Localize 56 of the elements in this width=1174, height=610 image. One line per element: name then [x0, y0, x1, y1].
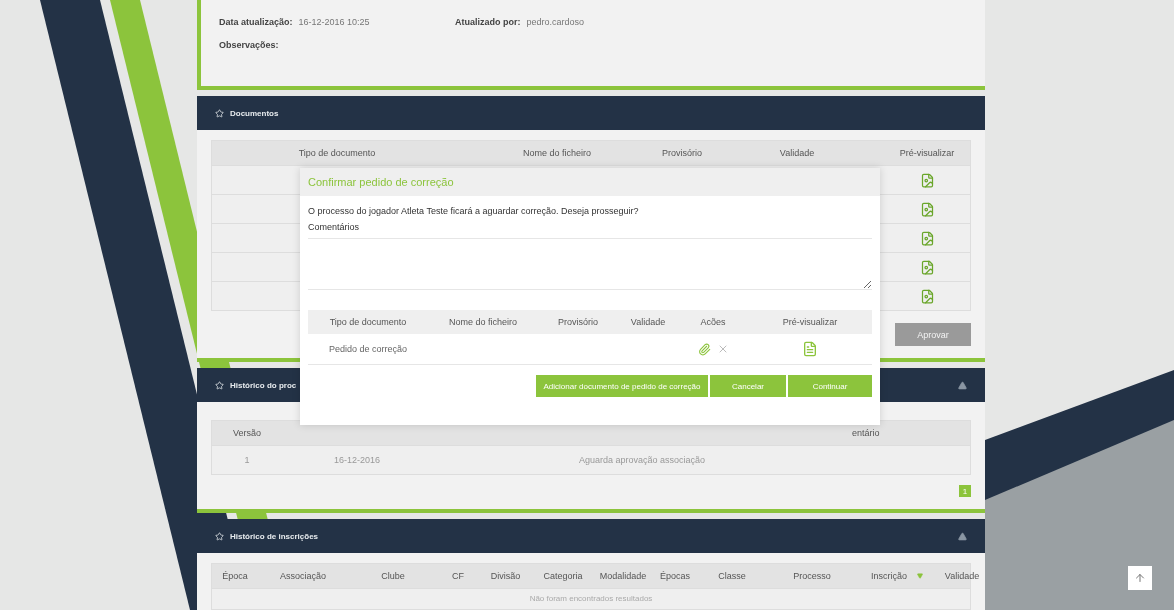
column-header[interactable]: Clube [348, 571, 438, 581]
field-value: pedro.cardoso [526, 16, 585, 27]
column-header: Nome do ficheiro [521, 148, 592, 158]
column-header[interactable]: Épocas [653, 571, 697, 581]
section-title: Histórico de inscrições [230, 531, 319, 541]
column-header: Acões [699, 317, 727, 327]
column-header[interactable]: Inscrição [857, 571, 937, 581]
column-header: Provisório [661, 148, 703, 158]
column-header: Nome do ficheiro [447, 317, 518, 327]
image-file-icon[interactable] [919, 288, 935, 304]
comments-label: Comentários [308, 222, 361, 232]
column-header[interactable]: Associação [258, 571, 348, 581]
table-cell-text: 16-12-2016 [332, 455, 381, 465]
star-icon [215, 108, 224, 118]
field-label: Atualizado por: [455, 16, 521, 27]
field-label: Observações: [219, 39, 279, 50]
column-header[interactable]: CF [438, 571, 478, 581]
column-header[interactable]: Modalidade [593, 571, 653, 581]
column-header[interactable]: Processo [767, 571, 857, 581]
back-to-top-button[interactable] [1128, 566, 1152, 590]
sort-caret-icon [917, 573, 923, 579]
column-header: Validade [778, 148, 816, 158]
image-file-icon[interactable] [919, 230, 935, 246]
column-header[interactable]: Validade [937, 571, 987, 581]
field-label: Data atualização: [219, 16, 293, 27]
table-cell-text: 1 [243, 455, 251, 465]
star-icon [215, 531, 224, 541]
column-header: Provisório [557, 317, 599, 327]
table-cell-text: Pedido de correção [327, 344, 409, 354]
document-icon[interactable] [802, 341, 818, 357]
column-header[interactable]: Categoria [533, 571, 593, 581]
star-icon [215, 380, 224, 390]
column-header: Validade [629, 317, 667, 327]
field-value: 16-12-2016 10:25 [298, 16, 370, 27]
table-cell-text: Aguarda aprovação associação [577, 455, 707, 465]
image-file-icon[interactable] [919, 172, 935, 188]
column-header: Pré-visualizar [781, 317, 839, 327]
column-header[interactable]: Época [212, 571, 258, 581]
dialog-message: O processo do jogador Atleta Teste ficará a aguardar correção. Deseja prosseguir? [308, 206, 640, 216]
column-header: Tipo de documento [328, 317, 408, 327]
column-header: Versão [232, 428, 262, 438]
dialog-title: Confirmar pedido de correção [300, 168, 880, 196]
collapse-icon[interactable] [958, 380, 967, 390]
empty-message: Não foram encontrados resultados [212, 588, 970, 609]
paperclip-icon[interactable] [697, 342, 711, 356]
column-header: entário [852, 428, 881, 438]
section-title: Documentos [230, 108, 279, 118]
arrow-up-icon [1134, 572, 1146, 584]
column-header[interactable]: Classe [697, 571, 767, 581]
collapse-icon[interactable] [958, 531, 967, 541]
column-header: Pré-visualizar [898, 148, 956, 158]
image-file-icon[interactable] [919, 201, 935, 217]
column-header[interactable]: Divisão [478, 571, 533, 581]
column-header: Tipo de documento [297, 148, 377, 158]
section-title: Histórico do proc [230, 380, 297, 390]
image-file-icon[interactable] [919, 259, 935, 275]
